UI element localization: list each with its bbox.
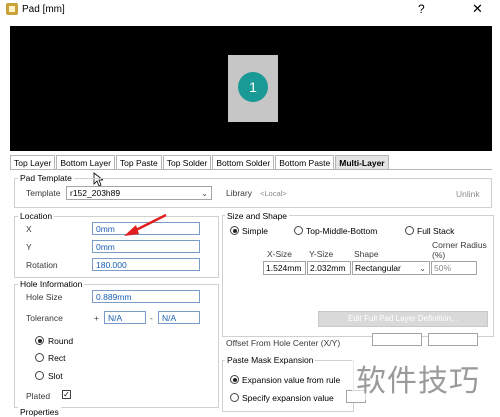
pad-number-badge: 1 bbox=[238, 72, 268, 102]
pad-template-label: Pad Template bbox=[18, 173, 74, 183]
simple-radio[interactable] bbox=[230, 226, 239, 235]
tab-top-paste[interactable]: Top Paste bbox=[115, 155, 162, 169]
specify-expansion-radio[interactable] bbox=[230, 393, 239, 402]
x-size-header: X-Size bbox=[267, 249, 293, 259]
rule-expansion-label: Expansion value from rule bbox=[242, 375, 341, 385]
app-icon bbox=[6, 3, 18, 15]
shape-header: Shape bbox=[354, 249, 379, 259]
offset-y-field[interactable] bbox=[428, 333, 478, 346]
rule-expansion-radio[interactable] bbox=[230, 375, 239, 384]
template-label: Template bbox=[26, 188, 61, 198]
library-value: <Local> bbox=[260, 189, 287, 198]
rect-radio[interactable] bbox=[35, 353, 44, 362]
paste-mask-label: Paste Mask Expansion bbox=[225, 355, 316, 365]
rotation-label: Rotation bbox=[26, 260, 58, 270]
tab-multi-layer[interactable]: Multi-Layer bbox=[335, 155, 389, 169]
properties-label: Properties bbox=[18, 407, 61, 417]
simple-label: Simple bbox=[242, 226, 268, 236]
tolerance-plus-sign: + bbox=[94, 313, 99, 323]
y-field[interactable]: 0mm bbox=[92, 240, 200, 253]
y-size-header: Y-Size bbox=[309, 249, 334, 259]
size-shape-label: Size and Shape bbox=[225, 211, 290, 221]
rect-label: Rect bbox=[48, 353, 66, 363]
plated-checkbox[interactable]: ✓ bbox=[62, 390, 71, 399]
edit-full-pad-layer-button[interactable]: Edit Full Pad Layer Definition... bbox=[318, 311, 488, 327]
tab-top-solder[interactable]: Top Solder bbox=[162, 155, 212, 169]
help-button[interactable]: ? bbox=[418, 2, 425, 16]
tolerance-plus-field[interactable]: N/A bbox=[104, 311, 146, 324]
corner-radius-header: Corner Radius (%) bbox=[432, 240, 487, 260]
x-label: X bbox=[26, 224, 32, 234]
tab-divider bbox=[10, 169, 492, 170]
round-radio[interactable] bbox=[35, 336, 44, 345]
tolerance-minus-field[interactable]: N/A bbox=[158, 311, 200, 324]
x-size-field[interactable]: 1.524mm bbox=[263, 261, 306, 275]
full-stack-radio[interactable] bbox=[405, 226, 414, 235]
hole-size-label: Hole Size bbox=[26, 292, 63, 302]
y-label: Y bbox=[26, 242, 32, 252]
unlink-button[interactable]: Unlink bbox=[456, 189, 480, 199]
close-button[interactable]: ✕ bbox=[472, 1, 483, 17]
slot-label: Slot bbox=[48, 371, 63, 381]
tolerance-minus-sign: - bbox=[150, 313, 153, 323]
layer-tabs: Top Layer Bottom Layer Top Paste Top Sol… bbox=[10, 155, 390, 169]
hole-info-label: Hole Information bbox=[18, 279, 85, 289]
template-select[interactable]: r152_203h89 ⌄ bbox=[66, 186, 212, 200]
shape-value: Rectangular bbox=[355, 263, 401, 273]
specify-expansion-label: Specify expansion value bbox=[242, 393, 334, 403]
plated-label: Plated bbox=[26, 391, 51, 401]
corner-radius-field[interactable]: 50% bbox=[431, 261, 477, 275]
library-label: Library bbox=[226, 188, 252, 198]
round-label: Round bbox=[48, 336, 74, 346]
tolerance-label: Tolerance bbox=[26, 313, 63, 323]
tmb-radio[interactable] bbox=[294, 226, 303, 235]
tmb-label: Top-Middle-Bottom bbox=[306, 226, 378, 236]
watermark-text: 软件技巧 bbox=[356, 364, 480, 399]
tab-bottom-paste[interactable]: Bottom Paste bbox=[275, 155, 335, 169]
slot-radio[interactable] bbox=[35, 371, 44, 380]
tab-bottom-solder[interactable]: Bottom Solder bbox=[212, 155, 275, 169]
title-bar: Pad [mm] ? ✕ bbox=[0, 0, 500, 20]
offset-label: Offset From Hole Center (X/Y) bbox=[226, 338, 341, 348]
paste-mask-group bbox=[222, 360, 354, 412]
tab-top-layer[interactable]: Top Layer bbox=[10, 155, 56, 169]
template-value: r152_203h89 bbox=[70, 188, 121, 198]
full-stack-label: Full Stack bbox=[417, 226, 455, 236]
hole-size-field[interactable]: 0.889mm bbox=[92, 290, 200, 303]
tab-bottom-layer[interactable]: Bottom Layer bbox=[56, 155, 115, 169]
window-title: Pad [mm] bbox=[22, 4, 65, 15]
chevron-down-icon: ⌄ bbox=[201, 189, 208, 198]
location-label: Location bbox=[18, 211, 55, 221]
chevron-down-icon: ⌄ bbox=[419, 264, 426, 273]
rotation-field[interactable]: 180.000 bbox=[92, 258, 200, 271]
red-arrow-icon bbox=[124, 213, 167, 236]
y-size-field[interactable]: 2.032mm bbox=[307, 261, 351, 275]
offset-x-field[interactable] bbox=[372, 333, 422, 346]
shape-select[interactable]: Rectangular ⌄ bbox=[352, 261, 430, 275]
